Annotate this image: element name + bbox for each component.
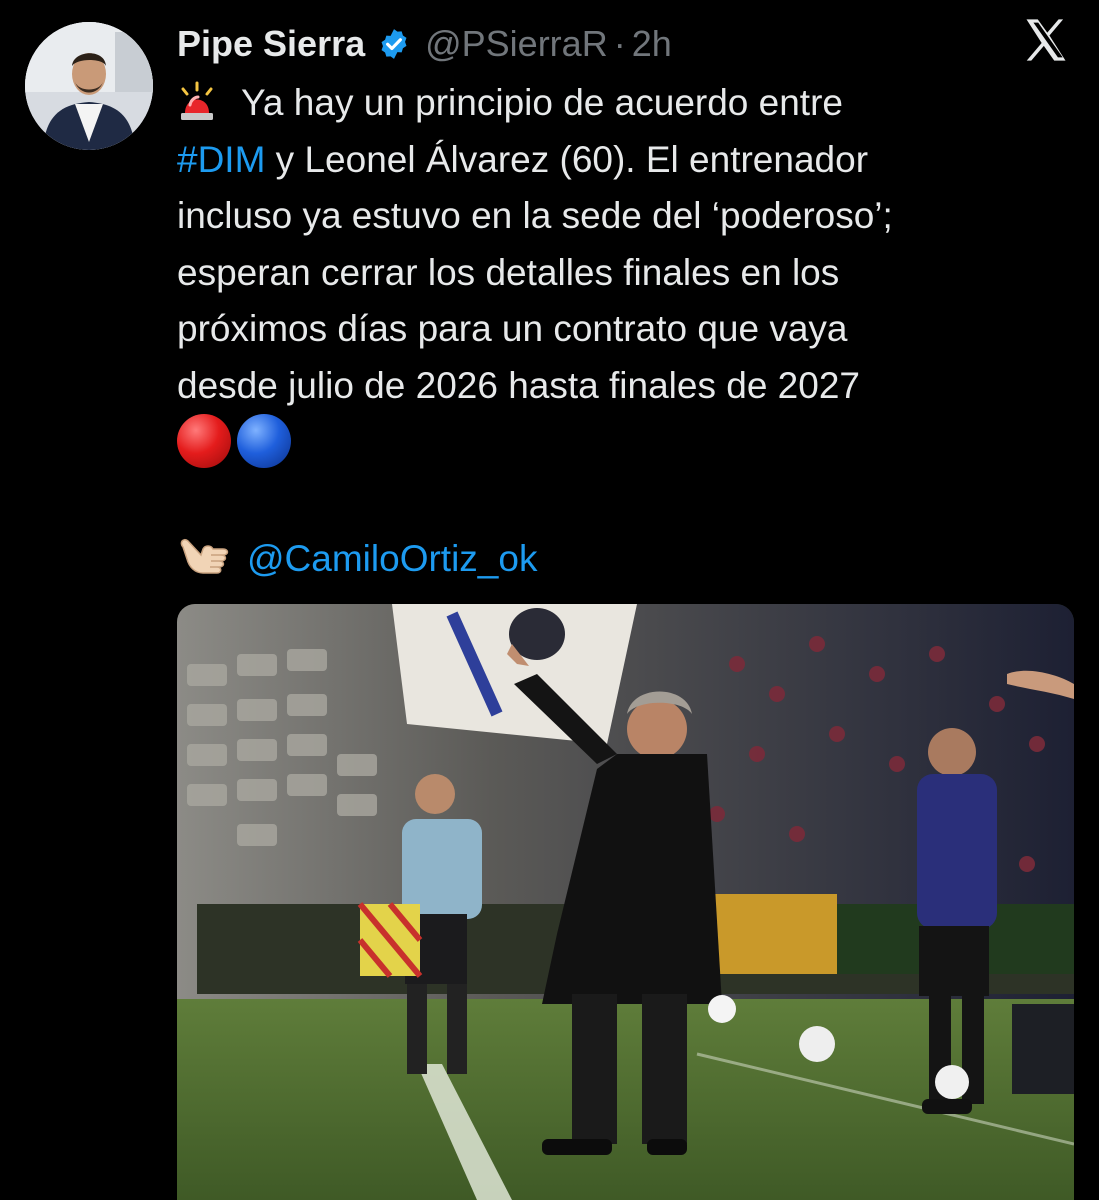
tweet-text-line-2: y Leonel Álvarez (60). El entrenador bbox=[265, 138, 869, 180]
tweet-line-5: próximos días para un contrato que vaya bbox=[177, 308, 848, 349]
tweet-line-4: esperan cerrar los detalles finales en l… bbox=[177, 251, 840, 293]
photo-attachment bbox=[177, 604, 1074, 1200]
display-name[interactable]: Pipe Sierra bbox=[177, 23, 365, 65]
credit-mention-link[interactable]: @CamiloOrtiz_ok bbox=[247, 538, 537, 579]
hashtag-link[interactable]: #DIM bbox=[177, 139, 265, 180]
tweet-header: Pipe Sierra @PSierraR · 2h bbox=[177, 18, 672, 70]
x-logo-icon[interactable] bbox=[1020, 14, 1072, 66]
verified-badge-icon bbox=[377, 27, 411, 61]
avatar-photo bbox=[25, 22, 153, 150]
blue-circle-icon bbox=[237, 414, 291, 468]
tweet-line-2: #DIM y Leonel Álvarez (60). El entrenado… bbox=[177, 132, 1057, 189]
red-circle-icon bbox=[177, 414, 231, 468]
tweet-text: Ya hay un principio de acuerdo entre #DI… bbox=[177, 75, 1057, 588]
user-handle[interactable]: @PSierraR bbox=[425, 23, 608, 65]
tweet-text-line-1: Ya hay un principio de acuerdo entre bbox=[241, 82, 843, 123]
tweet-photo[interactable] bbox=[177, 604, 1074, 1200]
police-siren-icon bbox=[177, 81, 217, 121]
tweet-line-emojis bbox=[177, 414, 1057, 475]
tweet-line-3: incluso ya estuvo en la sede del ‘podero… bbox=[177, 195, 893, 236]
tweet-line-1: Ya hay un principio de acuerdo entre bbox=[177, 75, 1057, 132]
tweet-line-credit: @CamiloOrtiz_ok bbox=[177, 531, 1057, 588]
tweet-line-6: desde julio de 2026 hasta finales de 202… bbox=[177, 364, 860, 406]
call-me-hand-icon bbox=[177, 533, 233, 581]
timestamp[interactable]: 2h bbox=[632, 23, 672, 65]
separator-dot: · bbox=[613, 23, 626, 64]
avatar[interactable] bbox=[25, 22, 153, 150]
